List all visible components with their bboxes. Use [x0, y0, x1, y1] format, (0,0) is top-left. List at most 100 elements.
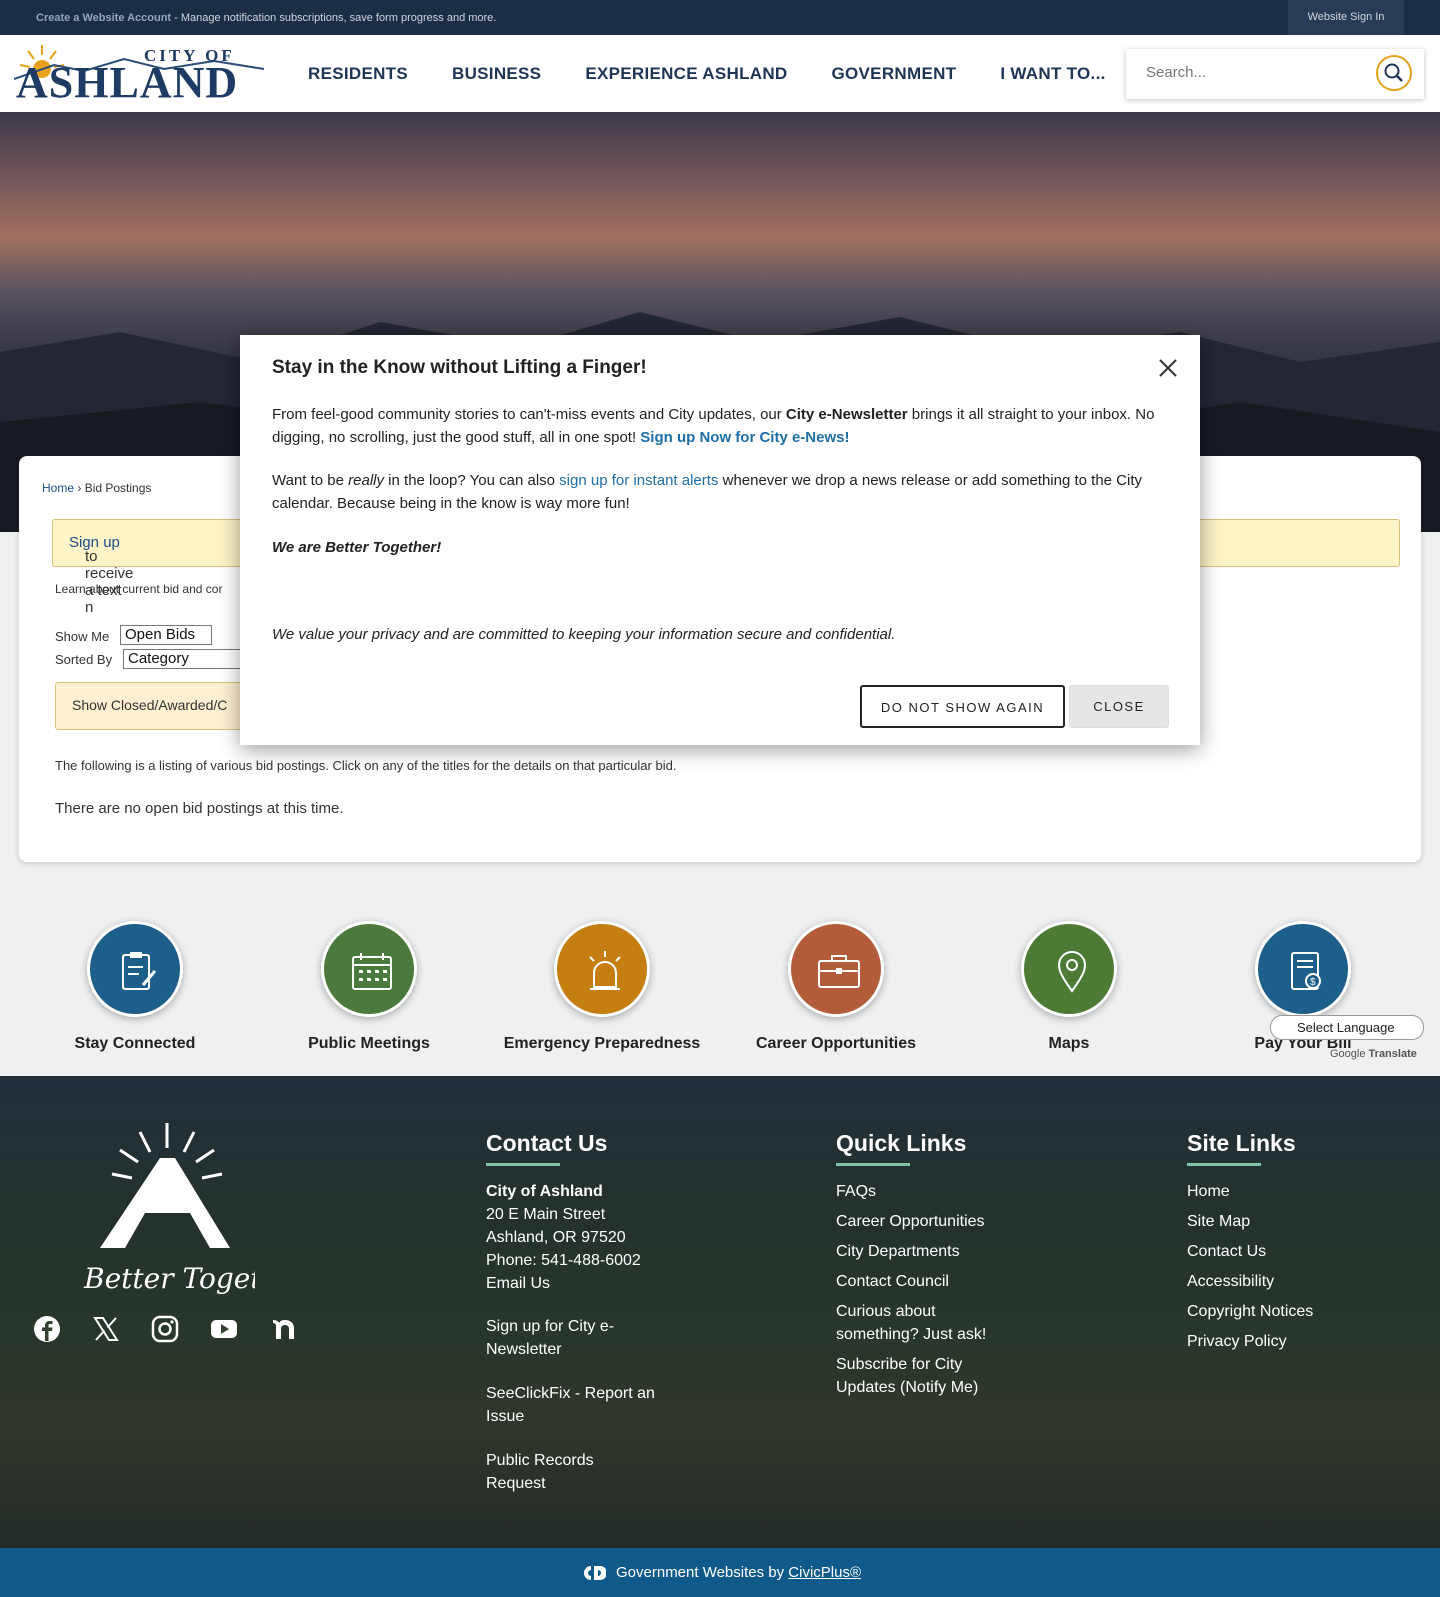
- google-translate-credit: Google Translate: [1330, 1048, 1417, 1060]
- seeclickfix-link-2[interactable]: Issue: [486, 1405, 655, 1428]
- city-logo[interactable]: CITY OF ASHLAND: [14, 41, 264, 105]
- instagram-icon[interactable]: [151, 1315, 179, 1343]
- quick-links-underline: [836, 1163, 910, 1166]
- search-input[interactable]: [1144, 63, 1348, 82]
- svg-text:ASHLAND: ASHLAND: [16, 58, 238, 105]
- youtube-icon[interactable]: [210, 1315, 238, 1343]
- public-records-link-2[interactable]: Request: [486, 1472, 655, 1495]
- nav-government[interactable]: GOVERNMENT: [832, 64, 957, 84]
- quick-link-maps[interactable]: Maps: [959, 921, 1179, 1053]
- contact-underline: [486, 1163, 560, 1166]
- footer-contact-column: Contact Us City of Ashland 20 E Main Str…: [486, 1130, 655, 1495]
- quick-link-public-meetings[interactable]: Public Meetings: [259, 921, 479, 1053]
- modal-paragraph-newsletter: From feel-good community stories to can'…: [272, 403, 1168, 449]
- nav-residents[interactable]: RESIDENTS: [308, 64, 408, 84]
- site-links-underline: [1187, 1163, 1261, 1166]
- pay-bill-circle: $: [1255, 921, 1351, 1017]
- civicplus-link[interactable]: CivicPlus®: [788, 1564, 861, 1581]
- contact-city: Ashland, OR 97520: [486, 1229, 626, 1246]
- site-link-site-map[interactable]: Site Map: [1187, 1210, 1313, 1233]
- site-link-copyright[interactable]: Copyright Notices: [1187, 1300, 1313, 1323]
- x-twitter-icon[interactable]: [92, 1315, 120, 1343]
- footer-site-links-column: Site Links Home Site Map Contact Us Acce…: [1187, 1130, 1313, 1353]
- quick-link-curious-2[interactable]: something? Just ask!: [836, 1323, 986, 1346]
- p1-text-a: From feel-good community stories to can'…: [272, 406, 786, 423]
- career-circle: [788, 921, 884, 1017]
- contact-street: 20 E Main Street: [486, 1206, 606, 1223]
- sorted-by-select[interactable]: Category: [123, 649, 243, 669]
- quick-link-subscribe-1[interactable]: Subscribe for City: [836, 1353, 986, 1376]
- google-word: Google: [1330, 1048, 1366, 1060]
- site-link-contact-us[interactable]: Contact Us: [1187, 1240, 1313, 1263]
- newsletter-link-1[interactable]: Sign up for City e-: [486, 1315, 655, 1338]
- site-link-home[interactable]: Home: [1187, 1180, 1313, 1203]
- do-not-show-again-button[interactable]: DO NOT SHOW AGAIN: [860, 685, 1065, 728]
- contact-title: Contact Us: [486, 1130, 608, 1156]
- create-account-desc: - Manage notification subscriptions, sav…: [171, 12, 497, 24]
- stay-connected-circle: [87, 921, 183, 1017]
- newsletter-link-2[interactable]: Newsletter: [486, 1338, 655, 1361]
- career-label: Career Opportunities: [755, 1035, 917, 1052]
- public-meetings-label: Public Meetings: [308, 1035, 430, 1052]
- website-sign-in-button[interactable]: Website Sign In: [1288, 0, 1404, 35]
- close-button[interactable]: CLOSE: [1069, 685, 1169, 728]
- site-header: CITY OF ASHLAND RESIDENTS BUSINESS EXPER…: [0, 35, 1440, 113]
- select-language-dropdown[interactable]: Select Language: [1270, 1015, 1424, 1040]
- create-account-label[interactable]: Create a Website Account: [36, 12, 171, 24]
- bill-icon: $: [1291, 952, 1321, 990]
- site-link-privacy[interactable]: Privacy Policy: [1187, 1330, 1313, 1353]
- quick-link-career-opportunities[interactable]: Career Opportunities: [726, 921, 946, 1053]
- quick-link-stay-connected[interactable]: Stay Connected: [25, 921, 245, 1053]
- quick-link-careers[interactable]: Career Opportunities: [836, 1210, 986, 1233]
- seeclickfix-link-1[interactable]: SeeClickFix - Report an: [486, 1382, 655, 1405]
- briefcase-icon: [818, 955, 860, 988]
- civicplus-bar: Government Websites by CivicPlus®: [0, 1548, 1440, 1597]
- quick-link-faqs[interactable]: FAQs: [836, 1180, 986, 1203]
- svg-text:$: $: [1310, 977, 1316, 988]
- modal-tagline: We are Better Together!: [272, 539, 442, 556]
- search-button[interactable]: [1376, 55, 1412, 91]
- modal-privacy-note: We value your privacy and are committed …: [272, 626, 896, 643]
- p2-text-c: in the loop? You can also: [384, 472, 560, 489]
- quick-link-contact-council[interactable]: Contact Council: [836, 1270, 986, 1293]
- close-icon[interactable]: [1157, 357, 1179, 379]
- facebook-icon[interactable]: [33, 1315, 61, 1343]
- quick-link-curious-1[interactable]: Curious about: [836, 1300, 986, 1323]
- show-me-select[interactable]: Open Bids: [120, 625, 212, 645]
- maps-label: Maps: [1048, 1035, 1090, 1052]
- calendar-icon: [352, 953, 392, 990]
- modal-paragraph-alerts: Want to be really in the loop? You can a…: [272, 469, 1168, 515]
- sorted-by-label: Sorted By: [55, 652, 113, 667]
- signup-instant-alerts-link[interactable]: sign up for instant alerts: [559, 472, 718, 489]
- map-pin-icon: [1057, 951, 1087, 993]
- civicplus-icon: [584, 1566, 606, 1580]
- siren-icon: [589, 951, 621, 990]
- site-link-accessibility[interactable]: Accessibility: [1187, 1270, 1313, 1293]
- listing-description: The following is a listing of various bi…: [55, 758, 677, 773]
- nav-business[interactable]: BUSINESS: [452, 64, 541, 84]
- nextdoor-icon[interactable]: [270, 1315, 298, 1343]
- newsletter-modal: Stay in the Know without Lifting a Finge…: [240, 335, 1200, 745]
- nav-experience-ashland[interactable]: EXPERIENCE ASHLAND: [585, 64, 787, 84]
- breadcrumb: Home › Bid Postings: [42, 481, 151, 495]
- quick-link-emergency-preparedness[interactable]: Emergency Preparedness: [492, 921, 712, 1053]
- top-utility-bar: Create a Website Account - Manage notifi…: [0, 0, 1440, 35]
- show-closed-toggle[interactable]: Show Closed/Awarded/C: [55, 682, 257, 730]
- quick-links-title: Quick Links: [836, 1130, 967, 1156]
- contact-phone: Phone: 541-488-6002: [486, 1252, 641, 1269]
- quick-link-departments[interactable]: City Departments: [836, 1240, 986, 1263]
- civicplus-prefix: Government Websites by: [616, 1564, 789, 1581]
- svg-text:Better Together: Better Together: [83, 1262, 255, 1295]
- quick-link-subscribe-2[interactable]: Updates (Notify Me): [836, 1376, 986, 1399]
- contact-email-link[interactable]: Email Us: [486, 1272, 655, 1295]
- search-box: [1126, 49, 1424, 99]
- emergency-circle: [554, 921, 650, 1017]
- maps-circle: [1021, 921, 1117, 1017]
- breadcrumb-home[interactable]: Home: [42, 481, 74, 495]
- p1-bold: City e-Newsletter: [785, 406, 908, 423]
- create-account-link[interactable]: Create a Website Account - Manage notifi…: [36, 12, 496, 24]
- public-records-link-1[interactable]: Public Records: [486, 1449, 655, 1472]
- signup-city-enews-link[interactable]: Sign up Now for City e-News!: [640, 429, 849, 446]
- nav-i-want-to[interactable]: I WANT TO...: [1000, 64, 1105, 84]
- show-me-label: Show Me: [55, 629, 110, 644]
